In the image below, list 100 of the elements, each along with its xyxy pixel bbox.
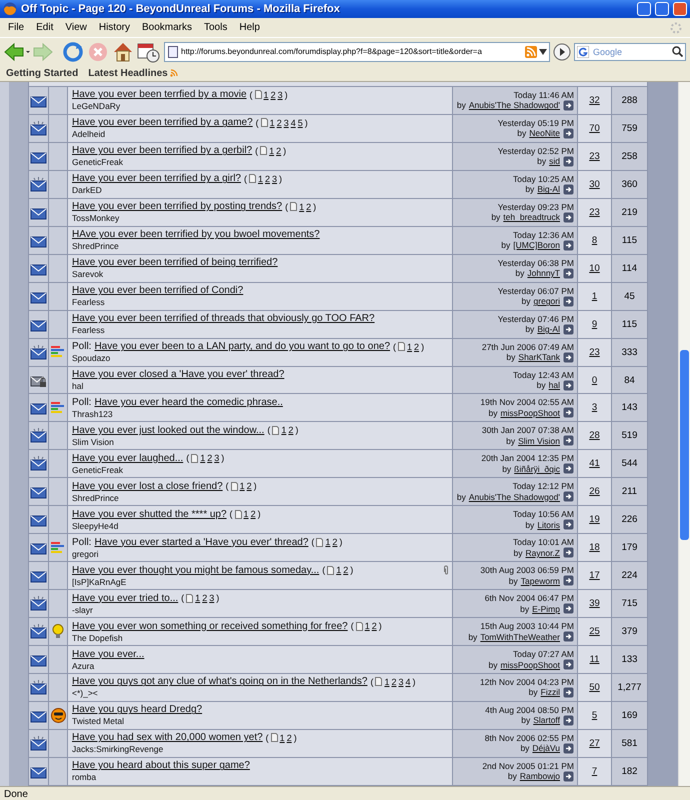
last-poster-link[interactable]: hal [548, 380, 560, 390]
thread-title-link[interactable]: Have you ever won something or received something for free? [72, 620, 348, 632]
replies-link[interactable]: 41 [589, 458, 600, 470]
go-to-last-post-icon[interactable] [563, 268, 574, 279]
page-link[interactable]: 2 [276, 118, 282, 128]
go-to-last-post-icon[interactable] [563, 407, 574, 418]
go-to-last-post-icon[interactable] [563, 128, 574, 139]
last-poster-link[interactable]: [UMC]Boron [513, 240, 560, 250]
page-link[interactable]: 2 [207, 453, 212, 464]
page-link[interactable]: 3 [214, 453, 220, 464]
thread-title-link[interactable]: Have you ever been terrfied by a movie [72, 89, 247, 100]
last-poster-link[interactable]: Anubis'The Shadowgod' [468, 492, 560, 502]
go-to-last-post-icon[interactable] [563, 380, 574, 390]
replies-link[interactable]: 70 [589, 122, 600, 134]
page-link[interactable]: 4 [290, 118, 296, 128]
last-poster-link[interactable]: missPoopShoot [500, 660, 560, 670]
thread-title-link[interactable]: Have you ever been terrified by a gerbil? [72, 145, 252, 156]
replies-link[interactable]: 50 [589, 682, 600, 693]
last-poster-link[interactable]: Fizzil [540, 687, 560, 698]
thread-title-link[interactable]: Have you ever started a 'Have you ever' thread? [94, 536, 308, 548]
page-link[interactable]: 2 [202, 593, 208, 604]
last-poster-link[interactable]: Slim Vision [518, 436, 560, 446]
replies-link[interactable]: 3 [592, 402, 598, 414]
page-link[interactable]: 2 [250, 509, 256, 520]
replies-link[interactable]: 7 [592, 766, 598, 777]
menu-item[interactable]: Bookmarks [136, 22, 198, 33]
search-field[interactable]: Google [574, 42, 686, 60]
menu-item[interactable]: File [2, 22, 30, 33]
last-poster-link[interactable]: gregori [534, 296, 560, 306]
go-to-last-post-icon[interactable] [563, 686, 574, 698]
replies-link[interactable]: 5 [592, 710, 598, 721]
page-link[interactable]: 1 [240, 481, 245, 492]
thread-title-link[interactable]: Have you guys heard Dredg? [72, 704, 202, 716]
last-poster-link[interactable]: SharKTank [518, 352, 560, 362]
go-to-last-post-icon[interactable] [563, 463, 574, 474]
thread-title-link[interactable]: Have you ever closed a 'Have you ever' thread? [72, 369, 284, 380]
thread-title-link[interactable]: Have you had sex with 20,000 women yet? [72, 732, 263, 744]
replies-link[interactable]: 19 [589, 514, 600, 526]
page-link[interactable]: 2 [270, 90, 276, 100]
page-link[interactable]: 1 [325, 537, 330, 548]
last-poster-link[interactable]: teh_breadtruck [503, 212, 560, 222]
last-poster-link[interactable]: TomWithTheWeather [480, 632, 560, 642]
close-button[interactable] [673, 2, 687, 16]
go-button[interactable] [553, 42, 571, 60]
page-link[interactable]: 2 [332, 537, 338, 548]
last-poster-link[interactable]: Big-Al [537, 184, 560, 194]
go-to-last-post-icon[interactable] [563, 547, 574, 558]
thread-title-link[interactable]: Have you guys got any clue of what's going on in the Netherlands? [72, 676, 368, 688]
page-link[interactable]: 1 [280, 732, 285, 743]
thread-title-link[interactable]: Have you ever been terrified by a game? [72, 117, 253, 128]
page-link[interactable]: 3 [398, 676, 404, 687]
page-link[interactable]: 2 [414, 342, 420, 352]
page-link[interactable]: 3 [272, 174, 278, 184]
address-field[interactable]: http://forums.beyondunreal.com/forumdisplay.php?f=8&page=120&sort=title&order=a [164, 42, 550, 62]
page-link[interactable]: 1 [299, 202, 304, 212]
go-to-last-post-icon[interactable] [563, 435, 574, 446]
menu-item[interactable]: Help [233, 22, 266, 33]
last-poster-link[interactable]: JohnnyT [527, 268, 560, 278]
page-link[interactable]: 5 [298, 118, 303, 128]
thread-title-link[interactable]: Have you ever shutted the **** up? [72, 508, 227, 520]
replies-link[interactable]: 1 [592, 290, 598, 302]
last-poster-link[interactable]: Rambowjo [520, 771, 560, 782]
replies-link[interactable]: 23 [589, 346, 600, 358]
last-poster-link[interactable]: Big-Al [537, 324, 560, 334]
thread-title-link[interactable]: Have you ever tried to... [72, 592, 178, 604]
page-link[interactable]: 2 [391, 676, 396, 687]
go-to-last-post-icon[interactable] [563, 296, 574, 307]
minimize-button[interactable] [637, 2, 651, 16]
replies-link[interactable]: 17 [589, 570, 600, 582]
thread-title-link[interactable]: Have you ever lost a close friend? [72, 480, 223, 492]
page-link[interactable]: 1 [264, 90, 269, 100]
thread-title-link[interactable]: Have you ever laughed... [72, 452, 184, 464]
menu-item[interactable]: Edit [30, 22, 60, 33]
scrollbar[interactable] [678, 82, 690, 786]
go-to-last-post-icon[interactable] [563, 603, 574, 614]
thread-title-link[interactable]: HAve you ever been terrified by you bwoel movements? [72, 229, 320, 240]
go-to-last-post-icon[interactable] [563, 575, 574, 586]
replies-link[interactable]: 18 [589, 542, 600, 554]
replies-link[interactable]: 28 [589, 430, 600, 442]
search-icon[interactable] [672, 46, 683, 57]
replies-link[interactable]: 8 [592, 234, 598, 246]
thread-title-link[interactable]: Have you ever heard the comedic phrase.. [94, 396, 283, 408]
dropdown-caret-icon[interactable] [539, 48, 547, 54]
last-poster-link[interactable]: Raynor.Z [526, 548, 560, 558]
thread-title-link[interactable]: Have you ever been terrified of threads that obviously go TOO FAR? [72, 313, 375, 324]
page-link[interactable]: 1 [269, 146, 274, 156]
replies-link[interactable]: 9 [592, 318, 598, 330]
page-link[interactable]: 2 [372, 621, 377, 632]
page-link[interactable]: 2 [276, 146, 282, 156]
thread-title-link[interactable]: Have you heard about this super game? [72, 760, 250, 772]
calendar-clock-icon[interactable] [137, 40, 161, 62]
bookmark-item[interactable]: Getting Started [6, 68, 78, 78]
replies-link[interactable]: 26 [589, 486, 600, 498]
thread-title-link[interactable]: Have you ever been terrified of Condi? [72, 285, 244, 296]
page-link[interactable]: 2 [343, 565, 348, 576]
replies-link[interactable]: 30 [589, 178, 600, 190]
reload-icon[interactable] [62, 40, 84, 62]
page-link[interactable]: 3 [209, 593, 214, 604]
last-poster-link[interactable]: sid [549, 156, 560, 166]
home-icon[interactable] [112, 40, 134, 62]
